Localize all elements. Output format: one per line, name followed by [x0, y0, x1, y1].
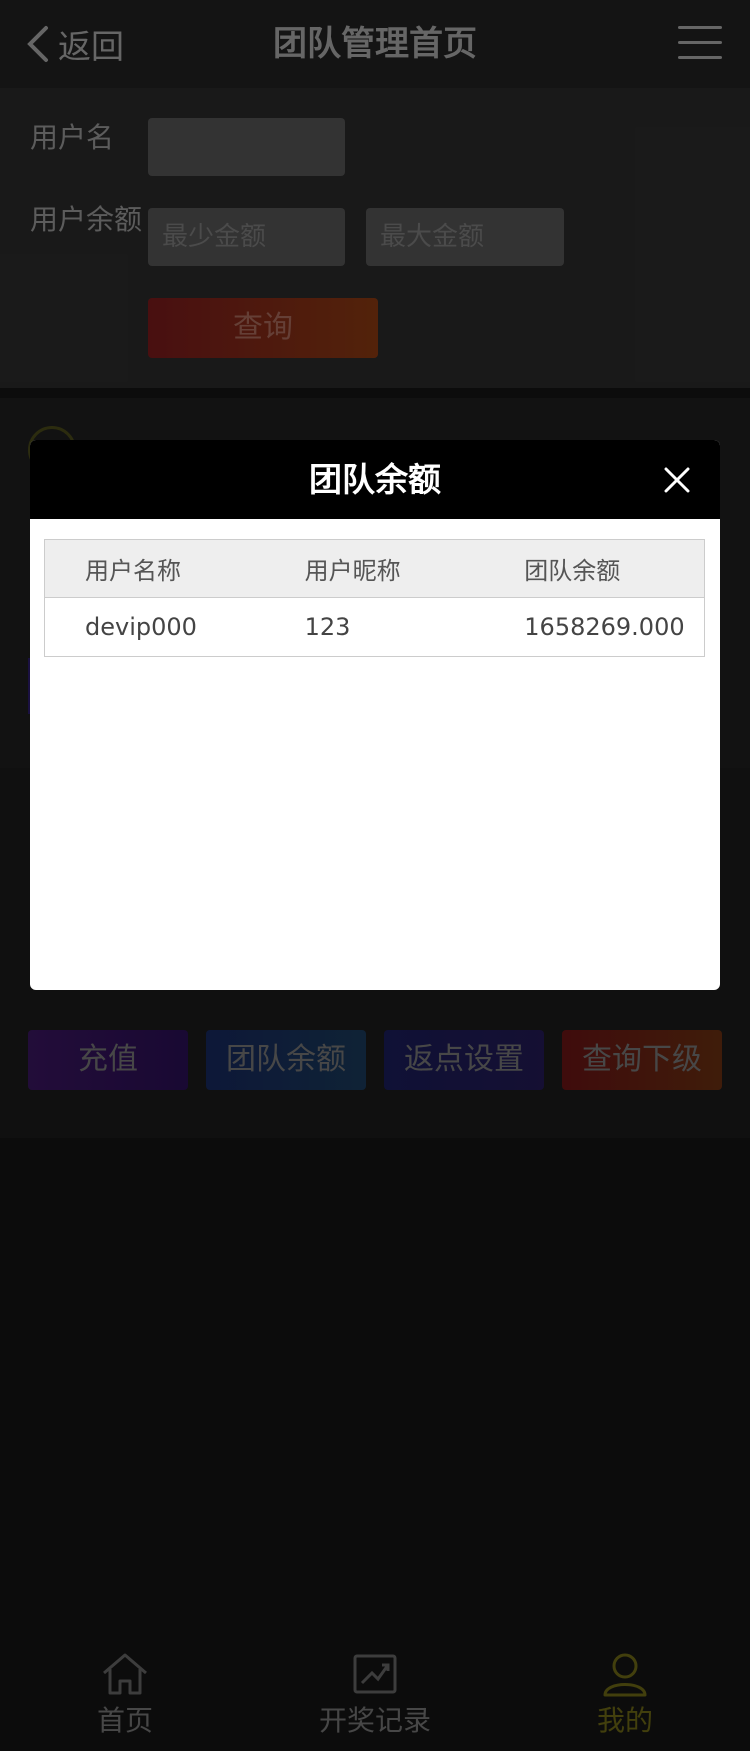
- cell-nickname: 123: [304, 613, 351, 641]
- balance-table: 用户名称 用户昵称 团队余额 devip000 123 1658269.000: [44, 539, 705, 657]
- modal-title: 团队余额: [309, 460, 441, 499]
- close-icon[interactable]: [664, 467, 690, 493]
- column-header-team-balance: 团队余额: [524, 557, 621, 585]
- cell-team-balance: 1658269.000: [524, 613, 685, 641]
- team-balance-modal: 团队余额 用户名称 用户昵称 团队余额 devip000 123 1658269…: [30, 440, 720, 990]
- column-header-username: 用户名称: [85, 557, 181, 585]
- cell-username: devip000: [85, 613, 197, 641]
- table-header: 用户名称 用户昵称 团队余额: [45, 540, 704, 598]
- column-header-nickname: 用户昵称: [304, 557, 401, 585]
- table-row: devip000 123 1658269.000: [45, 598, 704, 656]
- modal-header: 团队余额: [30, 440, 720, 519]
